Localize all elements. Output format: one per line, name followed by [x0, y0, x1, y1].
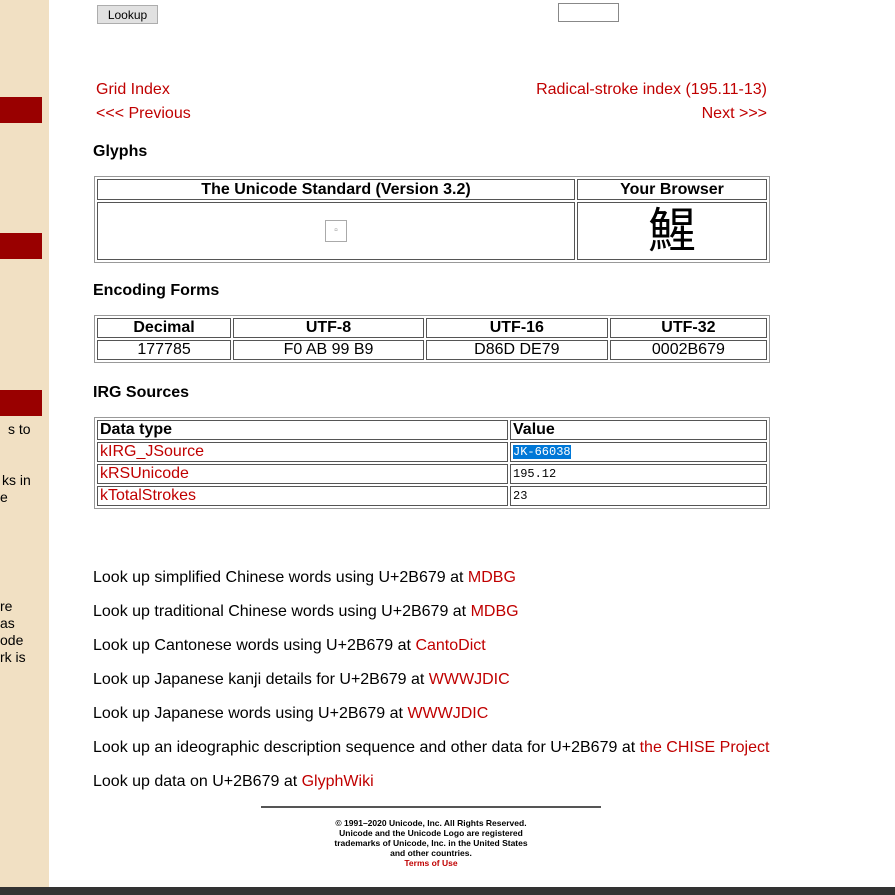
glyphs-header-standard: The Unicode Standard (Version 3.2)	[97, 179, 575, 200]
irg-type-link[interactable]: kRSUnicode	[100, 465, 189, 482]
sidebar-text: e	[0, 489, 8, 505]
irg-value: 195.12	[510, 464, 767, 484]
sidebar-nav-bar[interactable]	[0, 390, 42, 416]
sidebar-text: re	[0, 598, 13, 614]
wwwjdic-words-link[interactable]: WWWJDIC	[407, 705, 488, 722]
copyright-text: trademarks of Unicode, Inc. in the Unite…	[334, 838, 528, 848]
lookup-line: Look up an ideographic description seque…	[93, 739, 770, 756]
glyphs-header-browser: Your Browser	[577, 179, 767, 200]
table-row: kIRG_JSource JK-66038	[97, 442, 767, 462]
lookup-line: Look up Japanese kanji details for U+2B6…	[93, 671, 510, 688]
sidebar-text: rk is	[0, 649, 26, 665]
mdbg-simplified-link[interactable]: MDBG	[468, 569, 516, 586]
irg-header: Value	[510, 420, 767, 440]
lookup-line: Look up traditional Chinese words using …	[93, 603, 519, 620]
copyright-text: and other countries.	[390, 848, 472, 858]
encoding-heading: Encoding Forms	[93, 282, 220, 299]
irg-type-link[interactable]: kIRG_JSource	[100, 443, 204, 460]
cantodict-link[interactable]: CantoDict	[415, 637, 485, 654]
irg-type-link[interactable]: kTotalStrokes	[100, 487, 196, 504]
encoding-header: Decimal	[97, 318, 232, 338]
sidebar-text: s to	[8, 421, 31, 437]
sidebar-text: ode	[0, 632, 24, 648]
sidebar-nav-bar[interactable]	[0, 97, 42, 123]
taskbar	[0, 887, 895, 895]
lookup-line: Look up Cantonese words using U+2B679 at…	[93, 637, 486, 654]
previous-link[interactable]: <<< Previous	[96, 105, 191, 123]
glyphs-heading: Glyphs	[93, 143, 148, 160]
lookup-line: Look up simplified Chinese words using U…	[93, 569, 516, 586]
irg-value: JK-66038	[513, 445, 571, 459]
glyphs-table: The Unicode Standard (Version 3.2) Your B…	[94, 176, 770, 263]
irg-table: Data type Value kIRG_JSource JK-66038 kRSU…	[94, 417, 770, 509]
decimal-value: 177785	[97, 340, 232, 360]
irg-heading: IRG Sources	[93, 384, 190, 401]
encoding-header: UTF-32	[609, 318, 767, 338]
lookup-line: Look up Japanese words using U+2B679 at …	[93, 705, 489, 722]
sidebar: s to ks in e re as ode rk is	[0, 0, 49, 887]
sidebar-text: ks in	[2, 472, 31, 488]
glyphwiki-link[interactable]: GlyphWiki	[302, 773, 374, 790]
irg-header: Data type	[97, 420, 508, 440]
wwwjdic-kanji-link[interactable]: WWWJDIC	[429, 671, 510, 688]
lookup-line: Look up data on U+2B679 at GlyphWiki	[93, 773, 374, 790]
utf32-value: 0002B679	[609, 340, 767, 360]
lookup-button[interactable]: Lookup	[97, 5, 158, 24]
mdbg-traditional-link[interactable]: MDBG	[471, 603, 519, 620]
footer: © 1991–2020 Unicode, Inc. All Rights Res…	[261, 806, 601, 868]
encoding-table: Decimal UTF-8 UTF-16 UTF-32 177785 F0 AB 99 …	[94, 315, 770, 363]
irg-value: 23	[510, 486, 767, 506]
terms-of-use-link[interactable]: Terms of Use	[404, 858, 457, 868]
grid-index-link[interactable]: Grid Index	[96, 81, 170, 99]
standard-glyph-cell: ▫	[97, 202, 575, 260]
encoding-header: UTF-16	[425, 318, 608, 338]
next-link[interactable]: Next >>>	[702, 105, 767, 123]
radical-stroke-index-link[interactable]: Radical-stroke index (195.11-13)	[536, 81, 767, 99]
sidebar-nav-bar[interactable]	[0, 233, 42, 259]
utf8-value: F0 AB 99 B9	[233, 340, 424, 360]
copyright-text: © 1991–2020 Unicode, Inc. All Rights Res…	[335, 818, 527, 828]
utf16-value: D86D DE79	[425, 340, 608, 360]
broken-image-icon: ▫	[325, 220, 347, 242]
table-row: kRSUnicode 195.12	[97, 464, 767, 484]
encoding-header: UTF-8	[233, 318, 424, 338]
chise-link[interactable]: the CHISE Project	[640, 739, 770, 756]
lookup-input[interactable]	[558, 3, 619, 22]
table-row: kTotalStrokes 23	[97, 486, 767, 506]
sidebar-text: as	[0, 615, 15, 631]
browser-glyph: 鯹	[577, 202, 767, 260]
copyright-text: Unicode and the Unicode Logo are registe…	[339, 828, 523, 838]
